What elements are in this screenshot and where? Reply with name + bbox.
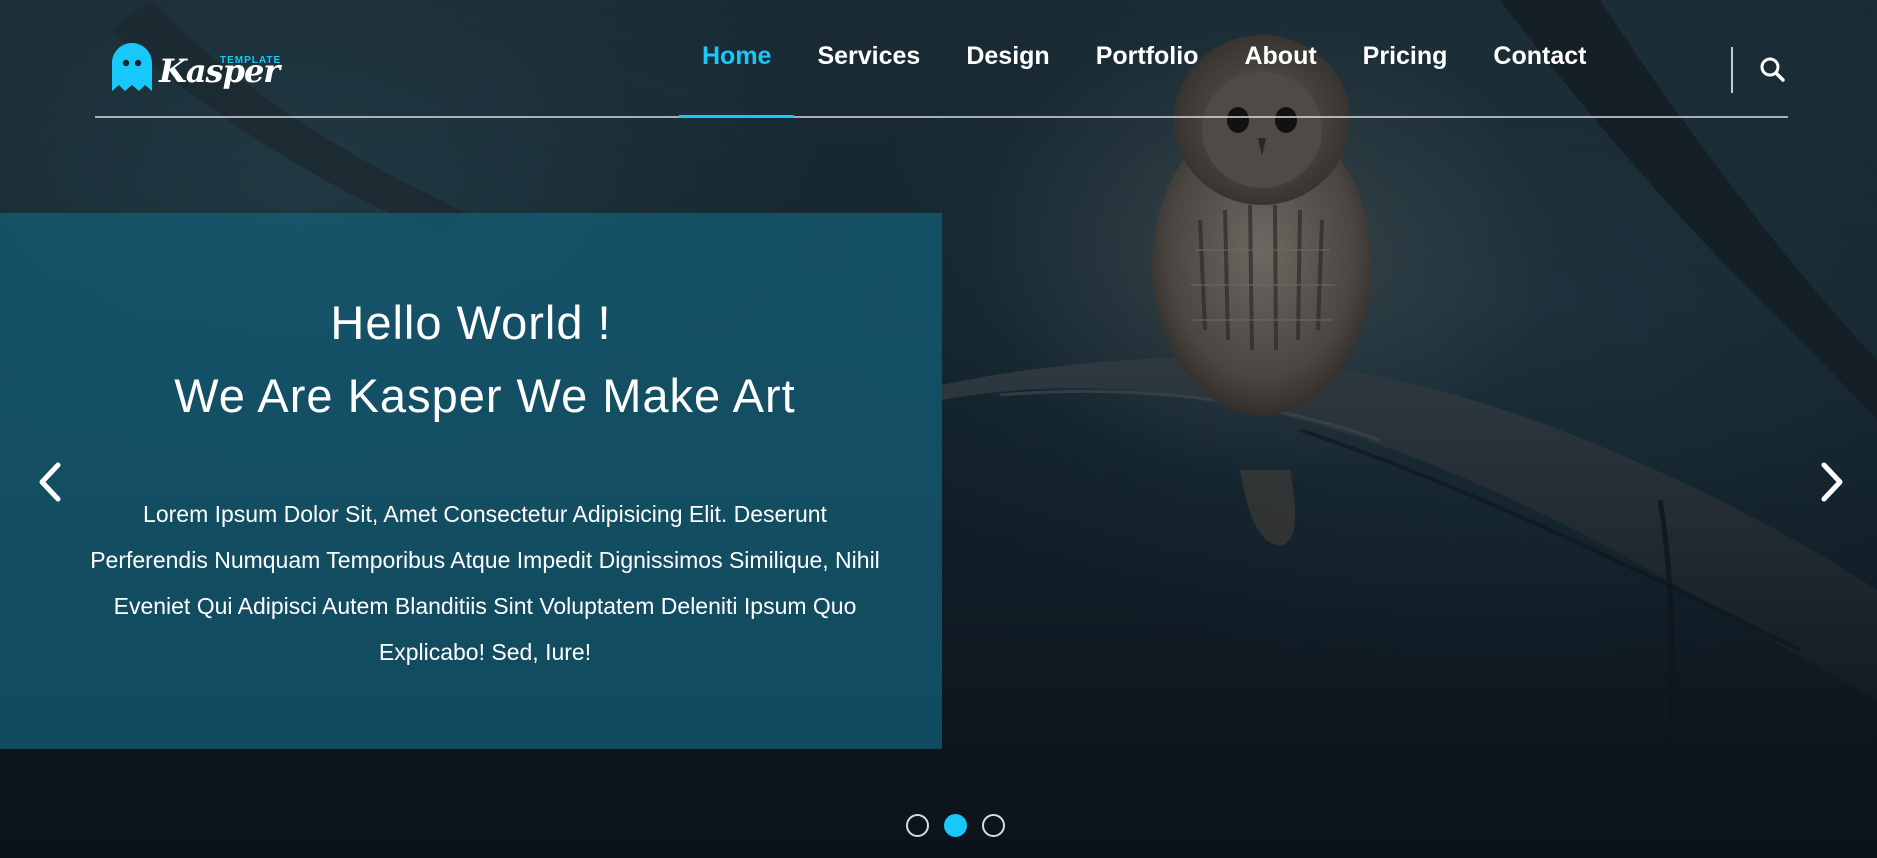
search-button[interactable] [1753,52,1793,88]
slider-dot-1[interactable] [906,814,929,837]
main-nav: Home Services Design Portfolio About Pri… [679,0,1609,118]
slide-tagline: We Are Kasper We Make Art [174,369,796,422]
nav-item-portfolio[interactable]: Portfolio [1073,0,1222,116]
nav-divider [1731,47,1733,93]
slider-dot-3[interactable] [982,814,1005,837]
next-slide-button[interactable] [1808,457,1852,507]
logo[interactable]: Kasper TEMPLATE [112,40,292,100]
ghost-icon [112,43,152,91]
slide-content: Hello World ! We Are Kasper We Make Art … [0,213,942,749]
prev-slide-button[interactable] [30,457,74,507]
nav-item-contact[interactable]: Contact [1470,0,1609,116]
slide-description: Lorem Ipsum Dolor Sit, Amet Consectetur … [90,501,880,665]
slider-dots [906,814,1005,837]
hero-section: Kasper TEMPLATE Home Services Design Por… [0,0,1877,858]
chevron-right-icon [1821,462,1843,502]
nav-item-about[interactable]: About [1221,0,1339,116]
nav-item-pricing[interactable]: Pricing [1340,0,1471,116]
chevron-left-icon [39,462,61,502]
search-icon [1760,57,1785,82]
nav-item-services[interactable]: Services [794,0,943,116]
slider-dot-2[interactable] [944,814,967,837]
site-header: Kasper TEMPLATE Home Services Design Por… [95,0,1788,118]
nav-item-home[interactable]: Home [679,0,795,118]
logo-tag: TEMPLATE [220,55,282,66]
slide-greeting: Hello World ! [330,296,612,349]
nav-item-design[interactable]: Design [943,0,1072,116]
